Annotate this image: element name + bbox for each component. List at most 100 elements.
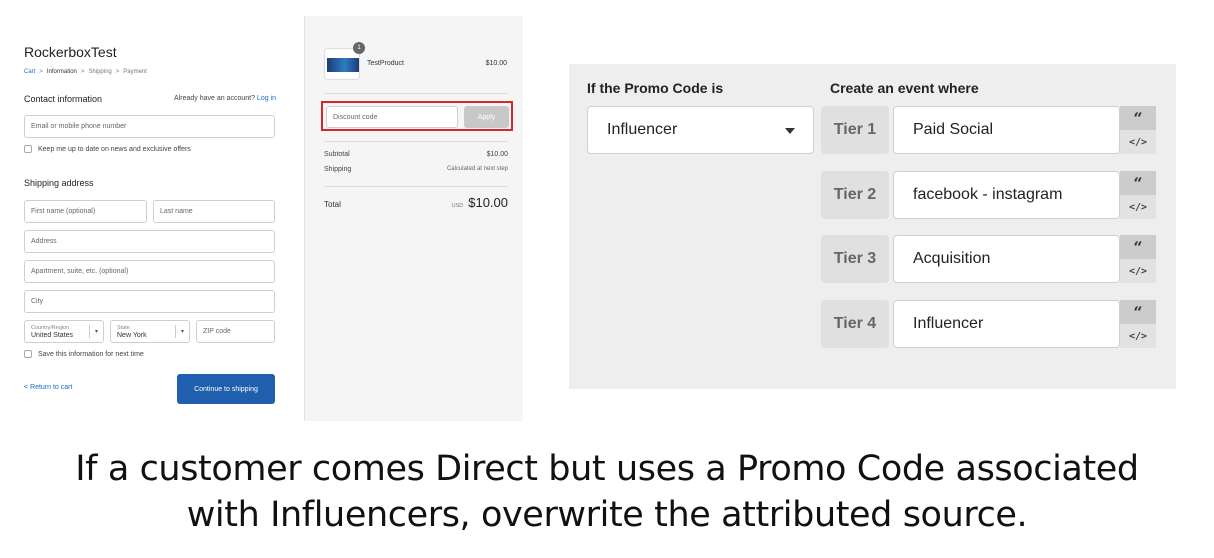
shipping-value: Calculated at next step — [446, 166, 508, 172]
promo-rule-panel: If the Promo Code is Create an event whe… — [569, 64, 1176, 389]
apartment-field[interactable]: Apartment, suite, etc. (optional) — [24, 260, 275, 283]
tier-3-value: Acquisition — [913, 250, 991, 267]
total-currency: USD — [451, 203, 464, 209]
breadcrumb: Cart > Information > Shipping > Payment — [24, 69, 147, 75]
first-name-field[interactable]: First name (optional) — [24, 200, 147, 223]
contact-info-title: Contact information — [24, 94, 103, 104]
breadcrumb-cart[interactable]: Cart — [24, 69, 35, 75]
newsletter-row[interactable]: Keep me up to date on news and exclusive… — [24, 145, 191, 153]
promo-code-heading: If the Promo Code is — [587, 80, 724, 96]
account-question-text: Already have an account? — [174, 95, 255, 102]
tier-3-label: Tier 3 — [821, 235, 889, 283]
breadcrumb-separator: > — [39, 69, 43, 75]
save-info-row[interactable]: Save this information for next time — [24, 350, 144, 358]
return-to-cart-link[interactable]: < Return to cart — [24, 384, 72, 391]
state-value: New York — [117, 331, 147, 339]
code-icon[interactable]: </> — [1120, 195, 1156, 219]
quote-icon[interactable]: “ — [1120, 300, 1156, 324]
breadcrumb-payment: Payment — [123, 69, 147, 75]
save-info-checkbox[interactable] — [24, 350, 32, 358]
country-select[interactable]: Country/Region United States ▾ — [24, 320, 104, 343]
shipping-row: Shipping Calculated at next step — [324, 166, 508, 173]
discount-code-placeholder: Discount code — [333, 113, 378, 121]
first-name-placeholder: First name (optional) — [31, 208, 96, 215]
total-value: $10.00 — [468, 195, 508, 210]
caret-down-icon — [785, 128, 795, 134]
caption-line-1: If a customer comes Direct but uses a Pr… — [75, 449, 1139, 489]
state-select[interactable]: State New York ▾ — [110, 320, 190, 343]
event-heading: Create an event where — [830, 80, 979, 96]
newsletter-label: Keep me up to date on news and exclusive… — [38, 145, 191, 153]
tier-3-actions: “ </> — [1120, 235, 1156, 283]
tier-3-input[interactable]: Acquisition — [893, 235, 1120, 283]
code-icon[interactable]: </> — [1120, 259, 1156, 283]
quote-icon[interactable]: “ — [1120, 235, 1156, 259]
total-row: Total USD $10.00 — [324, 195, 508, 210]
tier-2-input[interactable]: facebook - instagram — [893, 171, 1120, 219]
tier-4-input[interactable]: Influencer — [893, 300, 1120, 348]
total-label: Total — [324, 200, 341, 209]
promo-code-value: Influencer — [607, 121, 678, 138]
tier-1-label: Tier 1 — [821, 106, 889, 154]
quantity-badge: 1 — [353, 42, 365, 54]
tier-2-value: facebook - instagram — [913, 186, 1063, 203]
tier-4-value: Influencer — [913, 315, 984, 332]
caption-line-2: with Influencers, overwrite the attribut… — [186, 495, 1028, 535]
quote-icon[interactable]: “ — [1120, 106, 1156, 130]
state-label: State — [117, 324, 130, 331]
tier-1-actions: “ </> — [1120, 106, 1156, 154]
caption: If a customer comes Direct but uses a Pr… — [0, 446, 1214, 538]
chevron-down-icon: ▾ — [89, 325, 103, 338]
tier-2-label: Tier 2 — [821, 171, 889, 219]
shipping-address-title: Shipping address — [24, 178, 94, 188]
divider — [324, 186, 508, 187]
product-image — [327, 58, 359, 72]
zip-field[interactable]: ZIP code — [196, 320, 275, 343]
country-label: Country/Region — [31, 324, 70, 331]
last-name-placeholder: Last name — [160, 208, 193, 215]
city-placeholder: City — [31, 298, 44, 305]
zip-placeholder: ZIP code — [203, 328, 231, 335]
divider — [324, 141, 508, 142]
last-name-field[interactable]: Last name — [153, 200, 275, 223]
address-placeholder: Address — [31, 238, 57, 245]
tier-1-value: Paid Social — [913, 121, 994, 138]
shipping-label: Shipping — [324, 166, 352, 173]
newsletter-checkbox[interactable] — [24, 145, 32, 153]
account-question: Already have an account? Log in — [174, 95, 276, 102]
apartment-placeholder: Apartment, suite, etc. (optional) — [31, 268, 129, 275]
product-name: TestProduct — [367, 60, 404, 67]
quote-icon[interactable]: “ — [1120, 171, 1156, 195]
tier-4-label: Tier 4 — [821, 300, 889, 348]
subtotal-value: $10.00 — [486, 151, 508, 158]
breadcrumb-shipping: Shipping — [88, 69, 112, 75]
code-icon[interactable]: </> — [1120, 324, 1156, 348]
divider — [324, 93, 508, 94]
save-info-label: Save this information for next time — [38, 350, 144, 358]
address-field[interactable]: Address — [24, 230, 275, 253]
chevron-down-icon: ▾ — [175, 325, 189, 338]
product-price: $10.00 — [485, 60, 507, 67]
total-amount: USD $10.00 — [452, 195, 508, 210]
city-field[interactable]: City — [24, 290, 275, 313]
subtotal-label: Subtotal — [324, 151, 350, 158]
code-icon[interactable]: </> — [1120, 130, 1156, 154]
breadcrumb-information: Information — [46, 69, 77, 75]
tier-4-actions: “ </> — [1120, 300, 1156, 348]
discount-code-input[interactable]: Discount code — [326, 106, 458, 128]
tier-1-input[interactable]: Paid Social — [893, 106, 1120, 154]
discount-highlight: Discount code Apply — [321, 101, 513, 131]
apply-button[interactable]: Apply — [464, 106, 509, 128]
continue-to-shipping-button[interactable]: Continue to shipping — [177, 374, 275, 404]
email-placeholder: Email or mobile phone number — [31, 123, 127, 130]
login-link[interactable]: Log in — [257, 95, 276, 102]
tier-2-actions: “ </> — [1120, 171, 1156, 219]
email-field[interactable]: Email or mobile phone number — [24, 115, 275, 138]
subtotal-row: Subtotal $10.00 — [324, 151, 508, 158]
promo-code-select[interactable]: Influencer — [587, 106, 814, 154]
breadcrumb-separator: > — [115, 69, 120, 75]
store-name: RockerboxTest — [24, 44, 117, 60]
order-summary: 1 TestProduct $10.00 Discount code Apply… — [304, 16, 523, 421]
country-value: United States — [31, 331, 74, 339]
breadcrumb-separator: > — [80, 69, 85, 75]
